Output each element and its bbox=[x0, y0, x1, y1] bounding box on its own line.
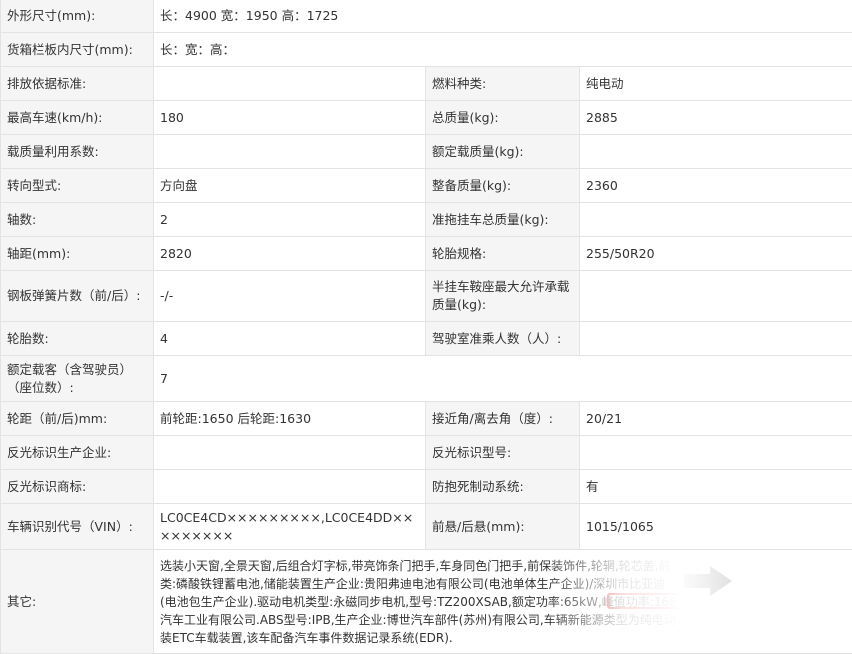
spec-label: 准拖挂车总质量(kg): bbox=[426, 203, 580, 237]
spec-label: 其它: bbox=[1, 550, 154, 654]
spec-row: 排放依据标准: 燃料种类: 纯电动 bbox=[1, 67, 852, 101]
spec-label: 反光标识生产企业: bbox=[1, 436, 154, 470]
spec-label: 外形尺寸(mm): bbox=[1, 0, 154, 33]
spec-row: 载质量利用系数: 额定载质量(kg): bbox=[1, 135, 852, 169]
spec-value: 1015/1065 bbox=[580, 504, 852, 550]
spec-label: 防抱死制动系统: bbox=[426, 470, 580, 504]
spec-row-seats: 额定载客（含驾驶员）（座位数）: 7 bbox=[1, 356, 852, 402]
spec-row: 轮距（前/后)mm: 前轮距:1650 后轮距:1630 接近角/离去角（度）:… bbox=[1, 402, 852, 436]
spec-row: 反光标识商标: 防抱死制动系统: 有 bbox=[1, 470, 852, 504]
spec-label: 排放依据标准: bbox=[1, 67, 154, 101]
spec-label: 轮距（前/后)mm: bbox=[1, 402, 154, 436]
spec-label: 额定载客（含驾驶员）（座位数）: bbox=[1, 356, 154, 402]
spec-value: 2 bbox=[154, 203, 426, 237]
spec-row: 轴数: 2 准拖挂车总质量(kg): bbox=[1, 203, 852, 237]
spec-value: 180 bbox=[154, 101, 426, 135]
spec-value: 2885 bbox=[580, 101, 852, 135]
spec-value bbox=[154, 67, 426, 101]
spec-value bbox=[580, 271, 852, 322]
spec-value: 4 bbox=[154, 322, 426, 356]
spec-value: 有 bbox=[580, 470, 852, 504]
spec-value: 前轮距:1650 后轮距:1630 bbox=[154, 402, 426, 436]
spec-label: 前悬/后悬(mm): bbox=[426, 504, 580, 550]
spec-row-other: 其它: 选装小天窗,全景天窗,后组合灯字标,带亮饰条门把手,车身同色门把手,前保… bbox=[1, 550, 852, 654]
note-line: 选装小天窗,全景天窗,后组合灯字标,带亮饰条门把手,车身同色门把手,前保装饰件,… bbox=[160, 557, 685, 575]
spec-value bbox=[154, 436, 426, 470]
spec-row: 反光标识生产企业: 反光标识型号: bbox=[1, 436, 852, 470]
vin-value: LC0CE4CD×××××××××,LC0CE4DD××××××××× bbox=[154, 504, 426, 550]
peak-power-highlight bbox=[607, 593, 685, 609]
spec-label: 额定载质量(kg): bbox=[426, 135, 580, 169]
spec-value: 方向盘 bbox=[154, 169, 426, 203]
spec-row-vin: 车辆识别代号（VIN）: LC0CE4CD×××××××××,LC0CE4DD×… bbox=[1, 504, 852, 550]
spec-value bbox=[580, 203, 852, 237]
spec-label: 转向型式: bbox=[1, 169, 154, 203]
spec-label: 轮胎数: bbox=[1, 322, 154, 356]
spec-label: 反光标识型号: bbox=[426, 436, 580, 470]
spec-value: 长：4900 宽：1950 高：1725 bbox=[154, 0, 852, 33]
spec-label: 载质量利用系数: bbox=[1, 135, 154, 169]
spec-label: 车辆识别代号（VIN）: bbox=[1, 504, 154, 550]
spec-label: 最高车速(km/h): bbox=[1, 101, 154, 135]
spec-row: 轴距(mm): 2820 轮胎规格: 255/50R20 bbox=[1, 237, 852, 271]
spec-value bbox=[580, 322, 852, 356]
spec-value: 2820 bbox=[154, 237, 426, 271]
spec-label: 钢板弹簧片数（前/后）: bbox=[1, 271, 154, 322]
spec-row: 钢板弹簧片数（前/后）: -/- 半挂车鞍座最大允许承载质量(kg): bbox=[1, 271, 852, 322]
spec-label: 驾驶室准乘人数（人）: bbox=[426, 322, 580, 356]
spec-label: 半挂车鞍座最大允许承载质量(kg): bbox=[426, 271, 580, 322]
note-line: 汽车工业有限公司.ABS型号:IPB,生产企业:博世汽车部件(苏州)有限公司,车… bbox=[160, 611, 685, 629]
spec-row: 最高车速(km/h): 180 总质量(kg): 2885 bbox=[1, 101, 852, 135]
spec-label: 燃料种类: bbox=[426, 67, 580, 101]
note-line: 类:磷酸铁锂蓄电池,储能装置生产企业:贵阳弗迪电池有限公司(电池单体生产企业)/… bbox=[160, 575, 685, 593]
other-notes: 选装小天窗,全景天窗,后组合灯字标,带亮饰条门把手,车身同色门把手,前保装饰件,… bbox=[154, 550, 852, 654]
spec-label: 轮胎规格: bbox=[426, 237, 580, 271]
spec-label: 总质量(kg): bbox=[426, 101, 580, 135]
spec-value: 纯电动 bbox=[580, 67, 852, 101]
spec-row: 转向型式: 方向盘 整备质量(kg): 2360 bbox=[1, 169, 852, 203]
spec-label: 反光标识商标: bbox=[1, 470, 154, 504]
spec-label: 轴数: bbox=[1, 203, 154, 237]
spec-value: 255/50R20 bbox=[580, 237, 852, 271]
spec-label: 整备质量(kg): bbox=[426, 169, 580, 203]
spec-value bbox=[580, 436, 852, 470]
notes-text-block: 选装小天窗,全景天窗,后组合灯字标,带亮饰条门把手,车身同色门把手,前保装饰件,… bbox=[160, 557, 685, 647]
spec-label: 轴距(mm): bbox=[1, 237, 154, 271]
spec-value bbox=[154, 135, 426, 169]
spec-value bbox=[580, 135, 852, 169]
spec-row-dimensions: 外形尺寸(mm): 长：4900 宽：1950 高：1725 bbox=[1, 0, 852, 33]
spec-value: 2360 bbox=[580, 169, 852, 203]
spec-value bbox=[154, 470, 426, 504]
spec-value: 7 bbox=[154, 356, 852, 402]
spec-row: 轮胎数: 4 驾驶室准乘人数（人）: bbox=[1, 322, 852, 356]
spec-value: 长：宽：高： bbox=[154, 33, 852, 67]
spec-label: 货箱栏板内尺寸(mm): bbox=[1, 33, 154, 67]
spec-row-cargo-box: 货箱栏板内尺寸(mm): 长：宽：高： bbox=[1, 33, 852, 67]
vehicle-spec-table: 外形尺寸(mm): 长：4900 宽：1950 高：1725 货箱栏板内尺寸(m… bbox=[0, 0, 852, 654]
spec-label: 接近角/离去角（度）: bbox=[426, 402, 580, 436]
note-line: 装ETC车载装置,该车配备汽车事件数据记录系统(EDR). bbox=[160, 629, 685, 647]
spec-value: -/- bbox=[154, 271, 426, 322]
spec-value: 20/21 bbox=[580, 402, 852, 436]
